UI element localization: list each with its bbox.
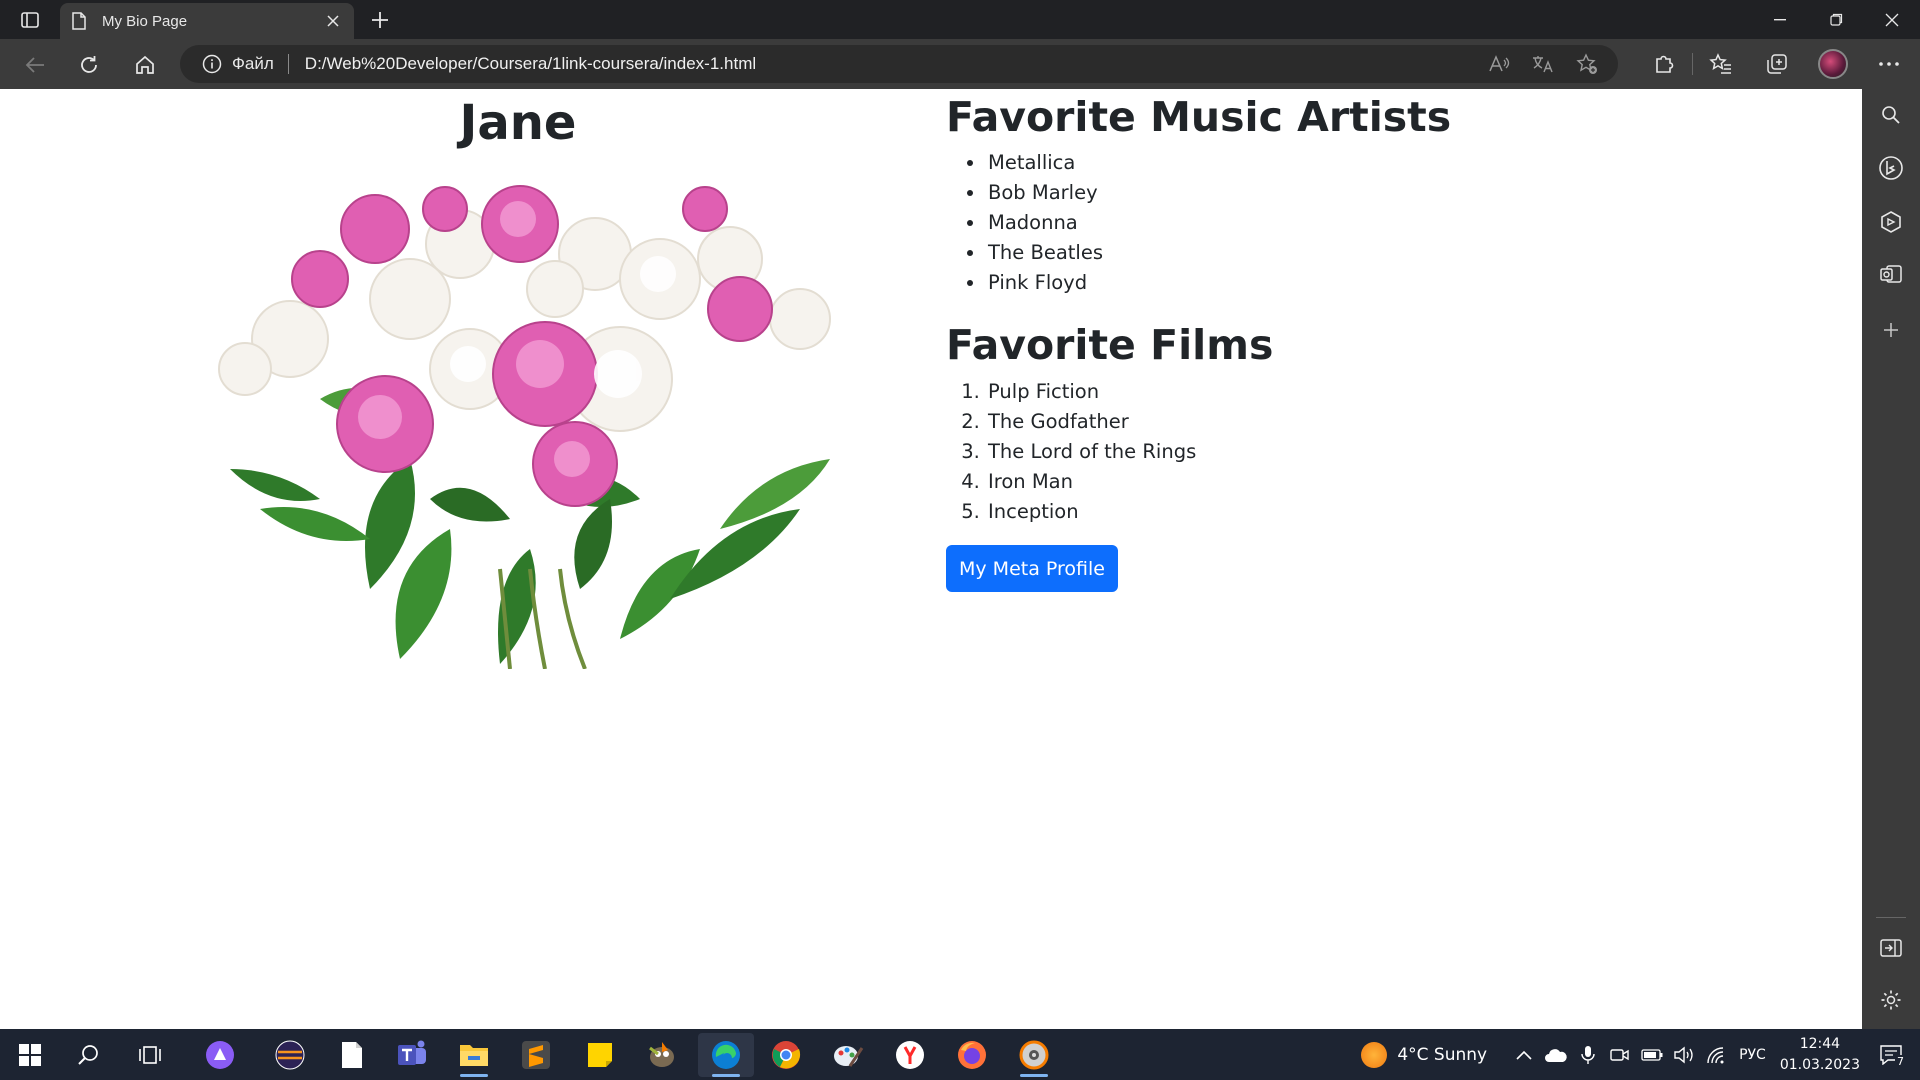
new-tab-icon[interactable]	[366, 8, 394, 32]
favorites-icon[interactable]	[1693, 47, 1749, 81]
weather-sun-icon[interactable]	[1361, 1041, 1388, 1068]
minimize-icon[interactable]	[1752, 0, 1808, 39]
microphone-icon[interactable]	[1573, 1040, 1603, 1070]
more-menu-icon[interactable]	[1861, 47, 1917, 81]
list-item: Pink Floyd	[986, 268, 1103, 298]
search-icon[interactable]	[64, 1033, 112, 1077]
restore-icon[interactable]	[1808, 0, 1864, 39]
edge-sidebar	[1862, 89, 1920, 1029]
sidebar-divider	[1876, 917, 1906, 918]
media-player-icon[interactable]	[1010, 1033, 1058, 1077]
refresh-icon[interactable]	[74, 51, 104, 79]
list-item: The Lord of the Rings	[986, 437, 1196, 467]
volume-icon[interactable]	[1669, 1040, 1699, 1070]
eclipse-icon[interactable]	[266, 1033, 314, 1077]
tab-actions-icon[interactable]	[14, 8, 46, 32]
sidebar-settings-icon[interactable]	[1876, 985, 1906, 1015]
task-view-icon[interactable]	[126, 1033, 174, 1077]
hide-sidebar-icon[interactable]	[1876, 933, 1906, 963]
page-icon	[72, 12, 88, 30]
clock-date: 01.03.2023	[1779, 1056, 1860, 1073]
weather-text[interactable]: 4°C Sunny	[1397, 1045, 1487, 1065]
paint-icon[interactable]	[824, 1033, 872, 1077]
battery-icon[interactable]	[1637, 1040, 1667, 1070]
outlook-icon[interactable]	[1876, 259, 1906, 289]
onedrive-icon[interactable]	[1541, 1040, 1571, 1070]
home-icon[interactable]	[130, 51, 160, 79]
url-text[interactable]: D:/Web%20Developer/Coursera/1link-course…	[305, 54, 1482, 74]
yandex-browser-icon[interactable]	[886, 1033, 934, 1077]
translate-icon[interactable]	[1526, 49, 1560, 79]
browser-navbar: Файл D:/Web%20Developer/Coursera/1link-c…	[0, 39, 1920, 89]
list-item: Metallica	[986, 148, 1103, 178]
start-icon[interactable]	[6, 1033, 54, 1077]
running-indicator	[1020, 1074, 1048, 1077]
teams-icon[interactable]	[388, 1033, 436, 1077]
address-divider	[287, 54, 289, 74]
running-indicator	[460, 1074, 488, 1077]
list-item: Iron Man	[986, 467, 1196, 497]
avatar	[1818, 49, 1848, 79]
show-hidden-icons-icon[interactable]	[1509, 1040, 1539, 1070]
back-icon[interactable]	[20, 51, 50, 79]
profile-avatar[interactable]	[1805, 47, 1861, 81]
input-language[interactable]: РУС	[1739, 1047, 1766, 1063]
system-tray: 4°C Sunny РУС 12:44 01.03.2023 7	[1361, 1029, 1920, 1080]
films-list: Pulp Fiction The Godfather The Lord of t…	[986, 377, 1196, 527]
list-item: The Godfather	[986, 407, 1196, 437]
url-scheme-label: Файл	[232, 54, 274, 73]
music-heading: Favorite Music Artists	[946, 93, 1452, 141]
films-heading: Favorite Films	[946, 321, 1274, 369]
bing-chat-icon[interactable]	[1876, 153, 1906, 183]
add-sidebar-app-icon[interactable]	[1876, 315, 1906, 345]
firefox-icon[interactable]	[948, 1033, 996, 1077]
running-indicator	[712, 1074, 740, 1077]
list-item: Madonna	[986, 208, 1103, 238]
list-item: Inception	[986, 497, 1196, 527]
browser-tab-active[interactable]: My Bio Page	[60, 3, 354, 39]
windows-taskbar: 4°C Sunny РУС 12:44 01.03.2023 7	[0, 1029, 1920, 1080]
chrome-icon[interactable]	[762, 1033, 810, 1077]
sticky-notes-icon[interactable]	[576, 1033, 624, 1077]
edge-taskbar-icon[interactable]	[698, 1033, 754, 1077]
sidebar-search-icon[interactable]	[1876, 100, 1906, 130]
camera-icon[interactable]	[1605, 1040, 1635, 1070]
web-page: Jane Favorite Music Artists • Metallica …	[0, 89, 1862, 1029]
page-title: Jane	[459, 95, 577, 151]
clock[interactable]: 12:44 01.03.2023	[1780, 1034, 1860, 1076]
meta-profile-button[interactable]: My Meta Profile	[946, 545, 1118, 592]
window-controls	[1752, 0, 1920, 39]
browser-titlebar: My Bio Page	[0, 0, 1920, 39]
alice-assistant-icon[interactable]	[196, 1033, 244, 1077]
list-item: Pulp Fiction	[986, 377, 1196, 407]
site-info-icon[interactable]	[202, 54, 222, 74]
list-item: The Beatles	[986, 238, 1103, 268]
extensions-icon[interactable]	[1636, 47, 1692, 81]
games-icon[interactable]	[1876, 207, 1906, 237]
music-artists-list: Metallica Bob Marley Madonna The Beatles…	[986, 148, 1103, 298]
sublime-text-icon[interactable]	[512, 1033, 560, 1077]
collections-icon[interactable]	[1749, 47, 1805, 81]
notification-center-icon[interactable]: 7	[1876, 1040, 1906, 1070]
read-aloud-icon[interactable]	[1482, 49, 1516, 79]
gimp-icon[interactable]	[638, 1033, 686, 1077]
add-favorite-icon[interactable]	[1570, 49, 1604, 79]
list-item: Bob Marley	[986, 178, 1103, 208]
peony-bouquet-image	[218, 185, 831, 669]
file-explorer-icon[interactable]	[450, 1033, 498, 1077]
tab-title: My Bio Page	[102, 12, 188, 30]
close-window-icon[interactable]	[1864, 0, 1920, 39]
clock-time: 12:44	[1799, 1035, 1841, 1052]
address-bar[interactable]: Файл D:/Web%20Developer/Coursera/1link-c…	[180, 45, 1618, 83]
wifi-icon[interactable]	[1701, 1040, 1731, 1070]
notification-count: 7	[1895, 1054, 1906, 1068]
tab-close-icon[interactable]	[324, 12, 342, 30]
notepad-icon[interactable]	[328, 1033, 376, 1077]
